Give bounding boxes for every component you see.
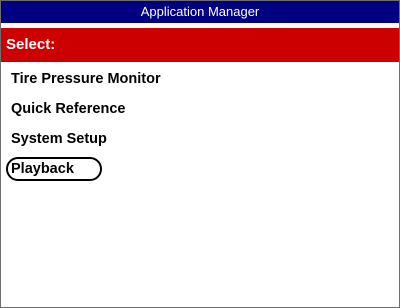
menu-item-playback[interactable]: Playback xyxy=(1,154,399,184)
menu-item-label: Quick Reference xyxy=(11,101,126,117)
application-menu: Tire Pressure Monitor Quick Reference Sy… xyxy=(1,64,399,184)
title-bar: Application Manager xyxy=(1,1,399,23)
select-header: Select: xyxy=(1,28,399,62)
menu-item-label: Tire Pressure Monitor xyxy=(11,71,161,87)
menu-item-label: Playback xyxy=(6,157,102,182)
window-title: Application Manager xyxy=(140,4,260,19)
menu-item-system-setup[interactable]: System Setup xyxy=(1,124,399,154)
menu-item-label: System Setup xyxy=(11,131,107,147)
menu-item-tire-pressure-monitor[interactable]: Tire Pressure Monitor xyxy=(1,64,399,94)
application-manager-window: Application Manager Select: Tire Pressur… xyxy=(0,0,400,308)
menu-item-quick-reference[interactable]: Quick Reference xyxy=(1,94,399,124)
select-label: Select: xyxy=(6,36,56,53)
